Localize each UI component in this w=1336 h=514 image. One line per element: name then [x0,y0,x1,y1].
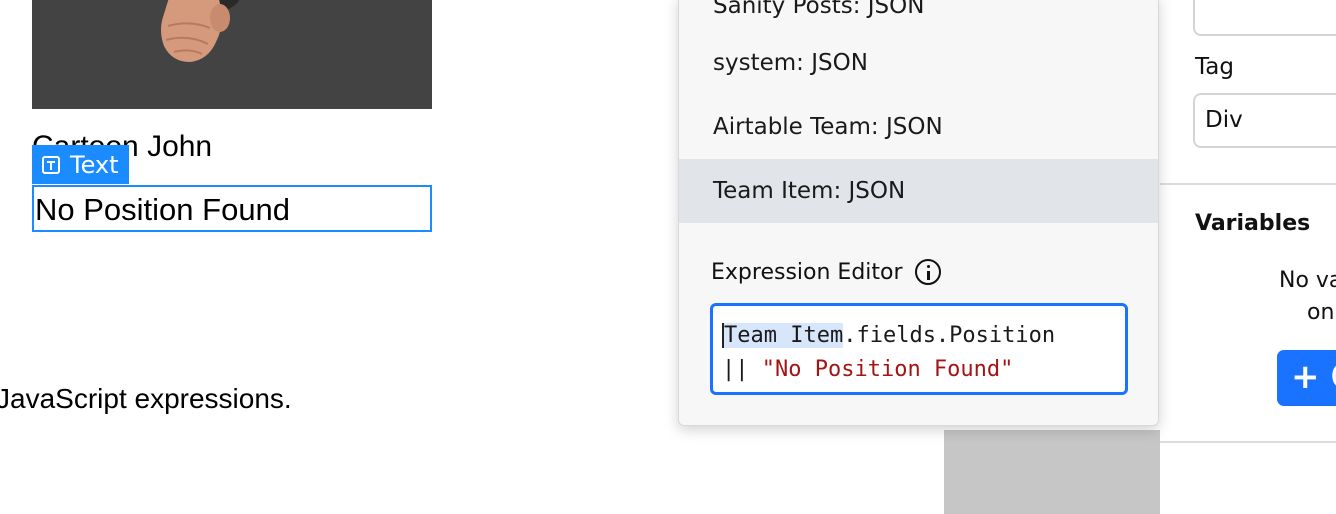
properties-panel [1160,0,1336,514]
variables-title: Variables [1195,211,1311,236]
list-item-selected[interactable]: Team Item: JSON [679,159,1158,223]
text-element-badge[interactable]: Text [32,145,129,184]
expression-editor-label: Expression Editor [711,259,903,285]
profile-image[interactable] [32,0,432,109]
badge-label: Text [70,150,119,179]
tag-label: Tag [1195,54,1234,80]
panel-gutter [944,430,1160,514]
operator: || [722,357,762,382]
property-path: .fields.Position [843,323,1056,348]
list-item[interactable]: Airtable Team: JSON [679,95,1158,159]
plus-icon: + [1291,357,1320,397]
canvas-footer-text[interactable]: JavaScript expressions. [0,381,292,417]
no-variables-text-line1: No va [1279,268,1336,293]
info-icon[interactable] [914,259,941,285]
expression-editor-input[interactable]: Team Item.fields.Position || "No Positio… [710,303,1128,395]
selected-text-element[interactable]: No Position Found [32,185,432,232]
expression-editor-header: Expression Editor [711,259,941,285]
expression-line-2: || "No Position Found" [722,353,1125,387]
variable-token[interactable]: Team Item [722,323,844,348]
panel-divider [1160,441,1336,443]
cartoon-hand-illustration [161,0,230,62]
no-variables-text-line2: on [1307,300,1335,325]
property-input[interactable] [1193,0,1336,36]
list-item[interactable]: system: JSON [679,31,1158,95]
data-source-popover: Sanity Posts: JSON system: JSON Airtable… [678,0,1159,426]
text-type-icon [42,155,60,174]
expression-line-1: Team Item.fields.Position [722,319,1125,353]
string-literal: "No Position Found" [761,357,1014,382]
add-variable-label: C [1330,357,1336,397]
list-item[interactable]: Sanity Posts: JSON [679,0,1158,21]
panel-divider [1160,183,1336,185]
tag-select[interactable]: Div [1193,93,1336,148]
add-variable-button[interactable]: + C [1277,350,1336,406]
